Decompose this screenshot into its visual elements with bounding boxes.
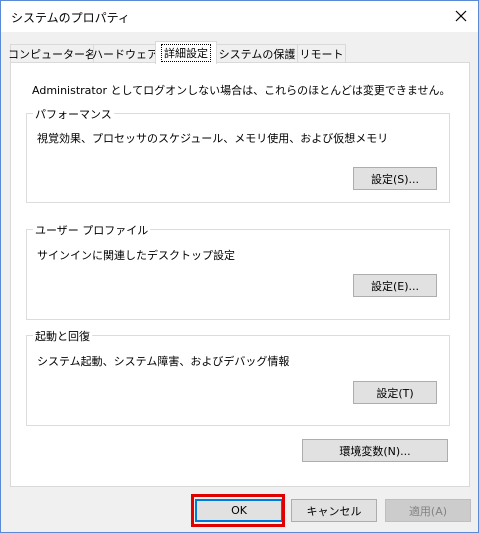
window-title: システムのプロパティ	[11, 11, 130, 25]
environment-variables-button[interactable]: 環境変数(N)...	[302, 439, 448, 462]
apply-button[interactable]: 適用(A)	[385, 499, 471, 522]
tab-label: リモート	[299, 47, 344, 61]
title-bar: システムのプロパティ	[1, 1, 478, 32]
tab-advanced[interactable]: 詳細設定	[155, 41, 217, 64]
close-icon	[455, 10, 467, 22]
performance-description: 視覚効果、プロセッサのスケジュール、メモリ使用、および仮想メモリ	[37, 132, 389, 145]
tab-hardware[interactable]: ハードウェア	[92, 44, 158, 62]
tab-label: 詳細設定	[161, 44, 211, 62]
advanced-tab-panel: Administrator としてログオンしない場合は、これらのほとんどは変更で…	[10, 62, 470, 487]
startup-recovery-description: システム起動、システム障害、およびデバッグ情報	[37, 355, 290, 368]
startup-recovery-title: 起動と回復	[33, 328, 92, 344]
startup-recovery-group: 起動と回復 システム起動、システム障害、およびデバッグ情報 設定(T)	[26, 328, 450, 426]
tab-label: コンピューター名	[8, 47, 96, 61]
tab-label: ハードウェア	[92, 47, 158, 61]
performance-title: パフォーマンス	[33, 106, 114, 122]
tab-computer-name[interactable]: コンピューター名	[8, 44, 96, 62]
cancel-button[interactable]: キャンセル	[291, 499, 377, 522]
user-profile-settings-button[interactable]: 設定(E)...	[353, 274, 437, 297]
ok-button-highlight	[191, 494, 285, 527]
user-profile-group: ユーザー プロファイル サインインに関連したデスクトップ設定 設定(E)...	[26, 222, 450, 320]
performance-settings-button[interactable]: 設定(S)...	[353, 167, 437, 190]
system-properties-window: システムのプロパティ コンピューター名 ハードウェア 詳細設定 システムの保護 …	[0, 0, 479, 533]
user-profile-title: ユーザー プロファイル	[33, 222, 151, 238]
startup-recovery-settings-button[interactable]: 設定(T)	[353, 381, 437, 404]
close-button[interactable]	[448, 3, 474, 29]
admin-note: Administrator としてログオンしない場合は、これらのほとんどは変更で…	[32, 84, 451, 97]
performance-group: パフォーマンス 視覚効果、プロセッサのスケジュール、メモリ使用、および仮想メモリ…	[26, 106, 450, 203]
tab-remote[interactable]: リモート	[297, 44, 346, 62]
tab-label: システムの保護	[218, 47, 296, 61]
tab-system-protection[interactable]: システムの保護	[216, 44, 298, 62]
user-profile-description: サインインに関連したデスクトップ設定	[37, 249, 235, 262]
